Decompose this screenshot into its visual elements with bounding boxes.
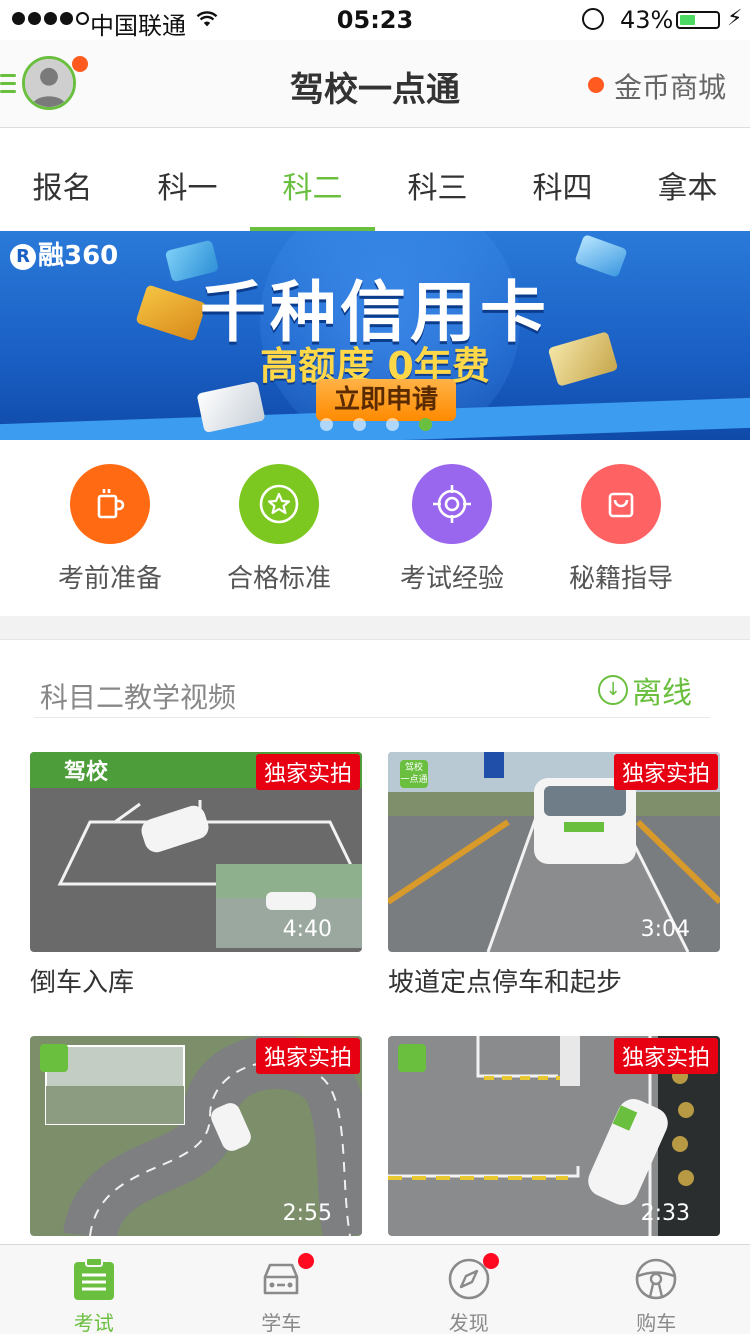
quick-link-label: 合格标准	[226, 564, 331, 594]
video-title: 坡道定点停车和起步	[388, 968, 623, 998]
video-thumbnail: 驾校 一点通 独家实拍 3:04	[388, 752, 720, 952]
quick-link-pass-criteria[interactable]: 合格标准	[199, 464, 359, 595]
tab-label: 购车	[636, 1311, 677, 1334]
video-card[interactable]: 独家实拍 2:55	[30, 1036, 362, 1246]
carousel-dot[interactable]	[353, 418, 366, 431]
video-thumbnail: 独家实拍 2:55	[30, 1036, 362, 1236]
steering-wheel-icon	[635, 1258, 677, 1300]
svg-text:驾校: 驾校	[64, 759, 109, 785]
nav-bar: 驾校一点通 金币商城	[0, 40, 750, 128]
quick-link-label: 秘籍指导	[568, 564, 673, 594]
offline-label: 离线	[632, 676, 692, 711]
video-card[interactable]: 独家实拍 2:33	[388, 1036, 720, 1246]
offline-download-button[interactable]: ↓ 离线	[598, 668, 692, 712]
quick-links: 考前准备 合格标准 考试经验 秘籍指导	[0, 440, 750, 616]
discover-notification-dot	[483, 1253, 499, 1269]
video-duration: 2:33	[640, 1201, 690, 1226]
subject-tabs: 报名 科一 科二 科三 科四 拿本	[0, 129, 750, 231]
carousel-dot-active[interactable]	[419, 418, 432, 431]
clipboard-icon	[73, 1257, 114, 1300]
battery-icon	[676, 11, 720, 29]
tab-signup[interactable]: 报名	[0, 129, 125, 231]
video-duration: 4:40	[282, 917, 332, 942]
charging-icon: ⚡	[727, 6, 743, 31]
tab-label: 学车	[261, 1311, 302, 1334]
tab-exam[interactable]: 考试	[0, 1245, 188, 1334]
coin-store-notification-dot	[588, 77, 604, 93]
car-icon	[263, 1263, 299, 1295]
video-card[interactable]: 驾校 一点通 独家实拍 3:04 坡道定点停车和起步	[388, 752, 720, 999]
tab-subject-4[interactable]: 科四	[500, 129, 625, 231]
exclusive-badge: 独家实拍	[255, 754, 360, 790]
tab-subject-3[interactable]: 科三	[375, 129, 500, 231]
carousel-dot[interactable]	[386, 418, 399, 431]
video-thumbnail: 驾校 独家实拍 4:40	[30, 752, 362, 952]
video-card[interactable]: 驾校 独家实拍 4:40 倒车入库	[30, 752, 362, 999]
battery-percent: 43%	[620, 6, 674, 34]
learn-driving-notification-dot	[297, 1253, 314, 1269]
apply-now-button[interactable]: 立即申请	[316, 379, 456, 421]
status-bar: 中国联通 05:23 43% ⚡	[0, 0, 750, 40]
quick-link-label: 考试经验	[399, 564, 504, 594]
carousel-indicator	[320, 418, 432, 431]
tab-get-license[interactable]: 拿本	[625, 129, 750, 231]
tab-subject-1[interactable]: 科一	[125, 129, 250, 231]
coin-store-link[interactable]: 金币商城	[614, 66, 726, 106]
quick-link-tips-guide[interactable]: 秘籍指导	[541, 464, 701, 595]
tab-buy-car[interactable]: 购车	[563, 1245, 750, 1334]
quick-link-exam-prep[interactable]: 考前准备	[30, 464, 190, 595]
watermark-logo: 驾校 一点通	[400, 760, 428, 788]
download-icon: ↓	[598, 675, 628, 705]
carousel-dot[interactable]	[320, 418, 333, 431]
video-section-header: 科目二教学视频 ↓ 离线	[34, 660, 710, 718]
tab-subject-2[interactable]: 科二	[250, 129, 375, 231]
cup-icon	[70, 464, 150, 544]
video-duration: 2:55	[282, 1201, 332, 1226]
star-badge-icon	[239, 464, 319, 544]
bottom-tab-bar: 考试 学车 发现 购车	[0, 1244, 750, 1334]
tab-learn-driving[interactable]: 学车	[188, 1245, 376, 1334]
bag-icon	[581, 464, 661, 544]
exclusive-badge: 独家实拍	[613, 754, 718, 790]
quick-link-label: 考前准备	[57, 564, 162, 594]
exclusive-badge: 独家实拍	[255, 1038, 360, 1074]
video-thumbnail: 独家实拍 2:33	[388, 1036, 720, 1236]
promo-banner[interactable]: R 融360 千种信用卡 高额度 0年费 立即申请	[0, 231, 750, 440]
rotation-lock-icon	[582, 8, 604, 30]
quick-link-exam-experience[interactable]: 考试经验	[372, 464, 532, 595]
tab-discover[interactable]: 发现	[375, 1245, 563, 1334]
section-divider	[0, 616, 750, 640]
target-icon	[412, 464, 492, 544]
section-title: 科目二教学视频	[40, 681, 237, 714]
tab-label: 发现	[448, 1311, 489, 1334]
exclusive-badge: 独家实拍	[613, 1038, 718, 1074]
video-title: 倒车入库	[30, 968, 135, 998]
tab-label: 考试	[73, 1311, 114, 1334]
video-duration: 3:04	[640, 917, 690, 942]
